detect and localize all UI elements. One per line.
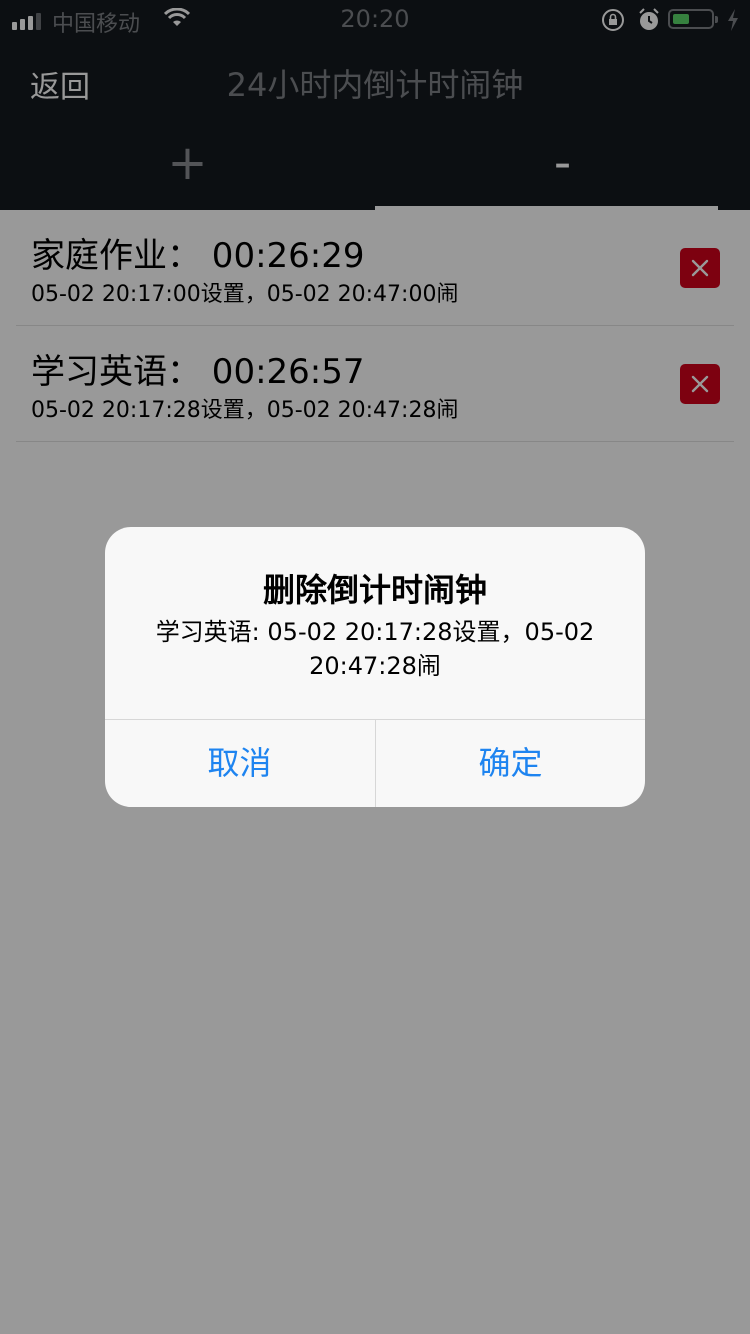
confirm-button[interactable]: 确定 [376, 720, 645, 807]
delete-confirm-dialog: 删除倒计时闹钟 学习英语: 05-02 20:17:28设置，05-02 20:… [105, 527, 645, 807]
app-screen: 中国移动 20:20 24小时内倒计时闹钟 返回 + - 家庭作业： 00:26… [0, 0, 750, 1334]
cancel-button[interactable]: 取消 [105, 720, 374, 807]
dialog-message: 学习英语: 05-02 20:17:28设置，05-02 20:47:28闹 [155, 618, 595, 680]
dialog-title: 删除倒计时闹钟 [262, 571, 487, 609]
